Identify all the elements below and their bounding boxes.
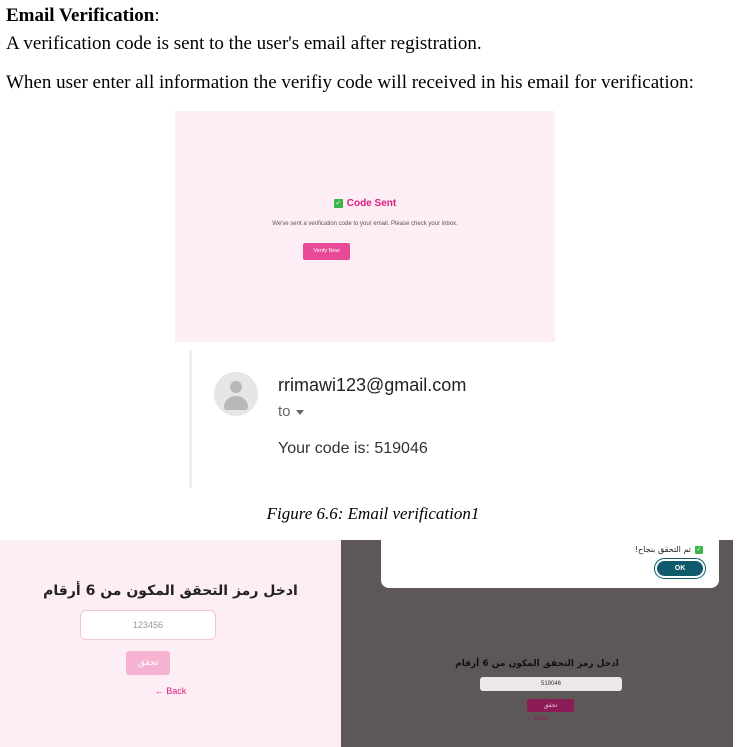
avatar-icon — [214, 372, 258, 416]
email-body: Your code is: 519046 — [278, 440, 428, 457]
enter-code-screenshot: ادخل رمز التحقق المكون من 6 أرقام 123456… — [0, 540, 341, 747]
verify-button[interactable]: تحقق — [126, 651, 170, 675]
paragraph-2: When user enter all information the veri… — [6, 72, 694, 93]
verified-screenshot: ✓ تم التحقق بنجاح! OK ادخل رمز التحقق الم… — [341, 540, 733, 747]
dimmed-back-link[interactable]: ← Back — [341, 716, 733, 722]
code-sent-title: Code Sent — [346, 198, 397, 209]
success-dialog: ✓ تم التحقق بنجاح! OK — [381, 540, 719, 588]
back-link[interactable]: ← Back — [0, 686, 341, 696]
dimmed-title: ادخل رمز التحقق المكون من 6 أرقام — [455, 659, 619, 669]
figure-caption: Figure 6.6: Email verification1 — [266, 504, 480, 523]
sender-email: rrimawi123@gmail.com — [278, 375, 467, 395]
code-sent-message: We've sent a verification code to your e… — [272, 221, 458, 227]
success-text: تم التحقق بنجاح! — [634, 545, 691, 554]
paragraph-1: A verification code is sent to the user'… — [6, 33, 482, 54]
check-box-icon: ✓ — [695, 545, 703, 554]
section-heading: Email Verification: — [6, 5, 160, 27]
check-box-icon: ✓ — [333, 198, 343, 208]
ok-button[interactable]: OK — [654, 558, 706, 579]
recipient-toggle[interactable]: to — [278, 403, 304, 420]
to-label: to — [278, 403, 291, 420]
enter-code-title: ادخل رمز التحقق المكون من 6 أرقام — [43, 583, 298, 599]
code-sent-screenshot: ✓ Code Sent We've sent a verification cod… — [175, 111, 555, 342]
caret-down-icon — [295, 409, 304, 415]
dimmed-verify-button[interactable]: تحقق — [527, 699, 574, 712]
email-screenshot: rrimawi123@gmail.com to Your code is: 51… — [189, 350, 737, 488]
heading-colon: : — [154, 5, 160, 26]
dimmed-code-input[interactable]: 519046 — [480, 677, 622, 691]
code-sent-heading: ✓ Code Sent — [175, 198, 555, 209]
heading-text: Email Verification — [6, 5, 155, 26]
verify-now-button[interactable]: Verify Now — [303, 243, 350, 260]
code-input[interactable]: 123456 — [80, 610, 216, 640]
success-message: ✓ تم التحقق بنجاح! — [635, 545, 703, 554]
